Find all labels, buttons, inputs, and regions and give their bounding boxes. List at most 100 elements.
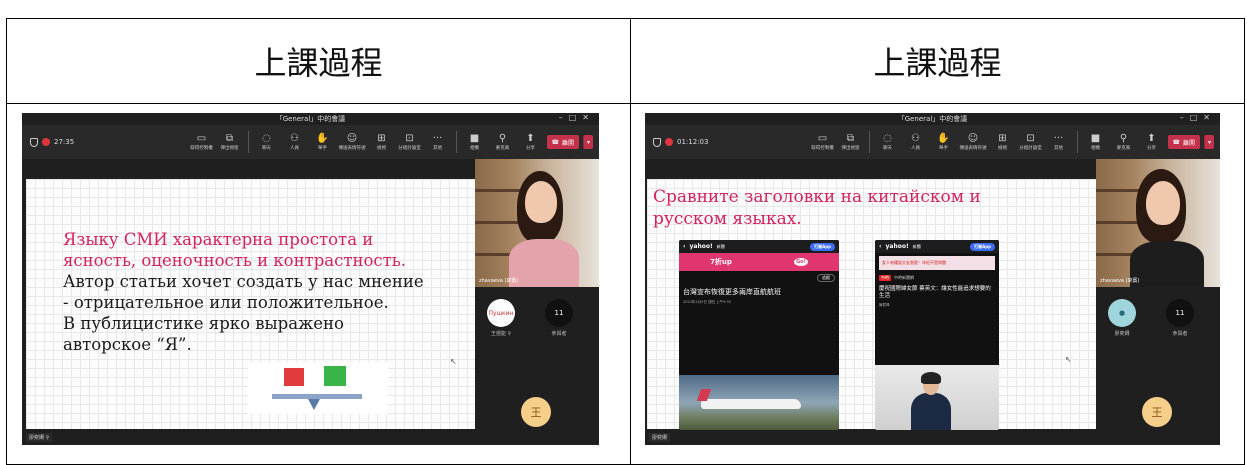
participant-tile-1[interactable]: Пушкин 王煜能 ⚲ <box>487 299 515 337</box>
people-icon: ⚇ <box>911 133 920 144</box>
participant-avatar: ● <box>1108 299 1136 327</box>
share-button[interactable]: ⬆ 分享 <box>519 133 543 151</box>
mic-off-icon: ⚲ <box>1119 133 1128 144</box>
more-button[interactable]: ··· 其他 <box>1047 133 1071 151</box>
screen-share-icon: ▭ <box>196 133 207 144</box>
chat-icon: ◌ <box>262 133 271 144</box>
people-button[interactable]: ⚇ 人員 <box>904 133 928 151</box>
participant-count-tile[interactable]: 11 參與者 <box>545 299 573 337</box>
popout-button[interactable]: ⧉ 彈出視窗 <box>218 133 242 151</box>
leave-options-button[interactable]: ▾ <box>583 135 593 149</box>
source-logo: 中時 <box>879 275 891 281</box>
presenter-name: zhavaeva (來賓) <box>1100 278 1140 284</box>
people-button[interactable]: ⚇ 人員 <box>283 133 307 151</box>
meeting-toolbar: 01:12:03 ▭ 取得控制權 ⧉ 彈出視窗 ◌ 聊天 ⚇ 人員 ✋ 舉手 ☺ 傳送表情符… <box>645 125 1220 159</box>
raise-hand-icon: ✋ <box>937 133 950 144</box>
window-controls[interactable]: –□✕ <box>1180 113 1216 122</box>
toolbar-buttons: ▭ 取得控制權 ⧉ 彈出視窗 ◌ 聊天 ⚇ 人員 ✋ 舉手 ☺ 傳送表情符號 ⊞ 檢視 ⊡ 分組… <box>743 131 1214 153</box>
participant-tile-1[interactable]: ● 廖奕姍 <box>1108 299 1136 337</box>
reactions-icon: ☺ <box>346 133 358 144</box>
view-button[interactable]: ⊞ 檢視 <box>370 133 394 151</box>
camera-button[interactable]: ■ 相機 <box>463 133 487 151</box>
phone-icon: ☎ <box>1172 138 1180 146</box>
raise-hand-icon: ✋ <box>316 133 329 144</box>
presenter-face <box>1146 181 1180 225</box>
open-app-button: 打開App <box>970 242 995 251</box>
self-avatar[interactable]: 王 <box>521 397 551 427</box>
slide-line-1: Языку СМИ характерна простота и <box>63 230 374 249</box>
reactions-button[interactable]: ☺ 傳送表情符號 <box>960 133 987 151</box>
breakout-button[interactable]: ⊡ 分組討論室 <box>398 133 422 151</box>
chat-button[interactable]: ◌ 聊天 <box>255 133 279 151</box>
leave-options-button[interactable]: ▾ <box>1204 135 1214 149</box>
share-button[interactable]: ⬆ 分享 <box>1140 133 1164 151</box>
back-icon: ‹ <box>683 243 686 250</box>
screen-share-button[interactable]: ▭ 取得控制權 <box>190 133 214 151</box>
presenter-face <box>525 181 557 223</box>
participant-name: 王煜能 ⚲ <box>490 331 512 337</box>
cursor-icon: ↖ <box>1065 355 1072 364</box>
ad-go: Go! <box>794 258 808 266</box>
promo-banner: 女人有權談交友戀愛！年紀不是問題 <box>879 256 995 270</box>
chat-button[interactable]: ◌ 聊天 <box>876 133 900 151</box>
slide-title-line-2: русском языках. <box>653 208 802 229</box>
screen-share-button[interactable]: ▭ 取得控制權 <box>811 133 835 151</box>
ad-text: 7折up <box>710 258 732 266</box>
slide-line-3: Автор статьи хочет создать у нас мнение <box>63 271 424 291</box>
slide-text: Языку СМИ характерна простота и ясность,… <box>63 230 473 356</box>
mic-off-icon: ⚲ <box>498 133 507 144</box>
reactions-icon: ☺ <box>967 133 979 144</box>
popout-button[interactable]: ⧉ 彈出視窗 <box>839 133 863 151</box>
heading-right-text: 上課過程 <box>873 44 1002 82</box>
camera-icon: ■ <box>469 133 480 144</box>
participants-panel: zhavaeva (來賓) Пушкин 王煜能 ⚲ 11 參與者 王 <box>475 159 599 445</box>
heading-right: 上課過程 <box>630 18 1245 104</box>
heading-left-text: 上課過程 <box>254 44 383 82</box>
breakout-button[interactable]: ⊡ 分組討論室 <box>1019 133 1043 151</box>
toolbar-buttons: ▭ 取得控制權 ⧉ 彈出視窗 ◌ 聊天 ⚇ 人員 ✋ 舉手 ☺ 傳送表情符號 ⊞ 檢視 ⊡ 分組… <box>120 131 593 153</box>
illustration-background <box>248 362 388 414</box>
presenter-video: zhavaeva (來賓) <box>1096 159 1220 287</box>
title-bar: 「General」中的會議 –□✕ <box>645 113 1220 125</box>
participant-name: 廖奕姍 <box>1114 331 1130 337</box>
raise-hand-button[interactable]: ✋ 舉手 <box>932 133 956 151</box>
meeting-timer: 27:35 <box>54 138 75 146</box>
leave-button[interactable]: ☎ 離開 <box>546 135 579 149</box>
presenter-top <box>509 239 579 287</box>
section-label: 新聞 <box>912 243 921 249</box>
divider <box>1076 131 1078 153</box>
airplane <box>701 399 801 409</box>
news-screenshot-1: ‹ yahoo! 新聞 打開App 7折up Go! 追蹤 台灣宣布恢復更多兩岸… <box>679 240 839 430</box>
camera-button[interactable]: ■ 相機 <box>1084 133 1108 151</box>
mic-off-icon: ⚲ <box>507 331 512 337</box>
divider <box>455 131 457 153</box>
participant-count-tile[interactable]: 11 參與者 <box>1166 299 1194 337</box>
presenter-top <box>1130 241 1204 287</box>
follow-row: 追蹤 <box>679 271 839 285</box>
camera-icon: ■ <box>1090 133 1101 144</box>
participants-panel: zhavaeva (來賓) ● 廖奕姍 11 參與者 王 <box>1096 159 1220 445</box>
bookshelf <box>475 189 525 192</box>
leave-button[interactable]: ☎ 離開 <box>1167 135 1200 149</box>
news-screenshot-2: ‹ yahoo! 新聞 打開App 女人有權談交友戀愛！年紀不是問題 中時 中時… <box>875 240 999 430</box>
chevron-down-icon: ▾ <box>1207 138 1211 146</box>
section-label: 新聞 <box>716 243 725 249</box>
more-icon: ··· <box>1053 133 1064 144</box>
mic-button[interactable]: ⚲ 麥克風 <box>491 133 515 151</box>
people-icon: ⚇ <box>290 133 299 144</box>
mic-button[interactable]: ⚲ 麥克風 <box>1112 133 1136 151</box>
reactions-button[interactable]: ☺ 傳送表情符號 <box>339 133 366 151</box>
follow-tag: 追蹤 <box>817 274 835 282</box>
window-controls[interactable]: –□✕ <box>559 113 595 122</box>
view-button[interactable]: ⊞ 檢視 <box>991 133 1015 151</box>
raise-hand-button[interactable]: ✋ 舉手 <box>311 133 335 151</box>
divider <box>868 131 870 153</box>
view-icon: ⊞ <box>377 133 386 144</box>
chevron-down-icon: ▾ <box>586 138 590 146</box>
president-photo <box>875 365 999 430</box>
more-button[interactable]: ··· 其他 <box>426 133 450 151</box>
self-avatar[interactable]: 王 <box>1142 397 1172 427</box>
source-name: 中時新聞網 <box>894 275 914 280</box>
yahoo-header: ‹ yahoo! 新聞 打開App <box>875 240 999 253</box>
slide-illustration <box>248 362 388 414</box>
